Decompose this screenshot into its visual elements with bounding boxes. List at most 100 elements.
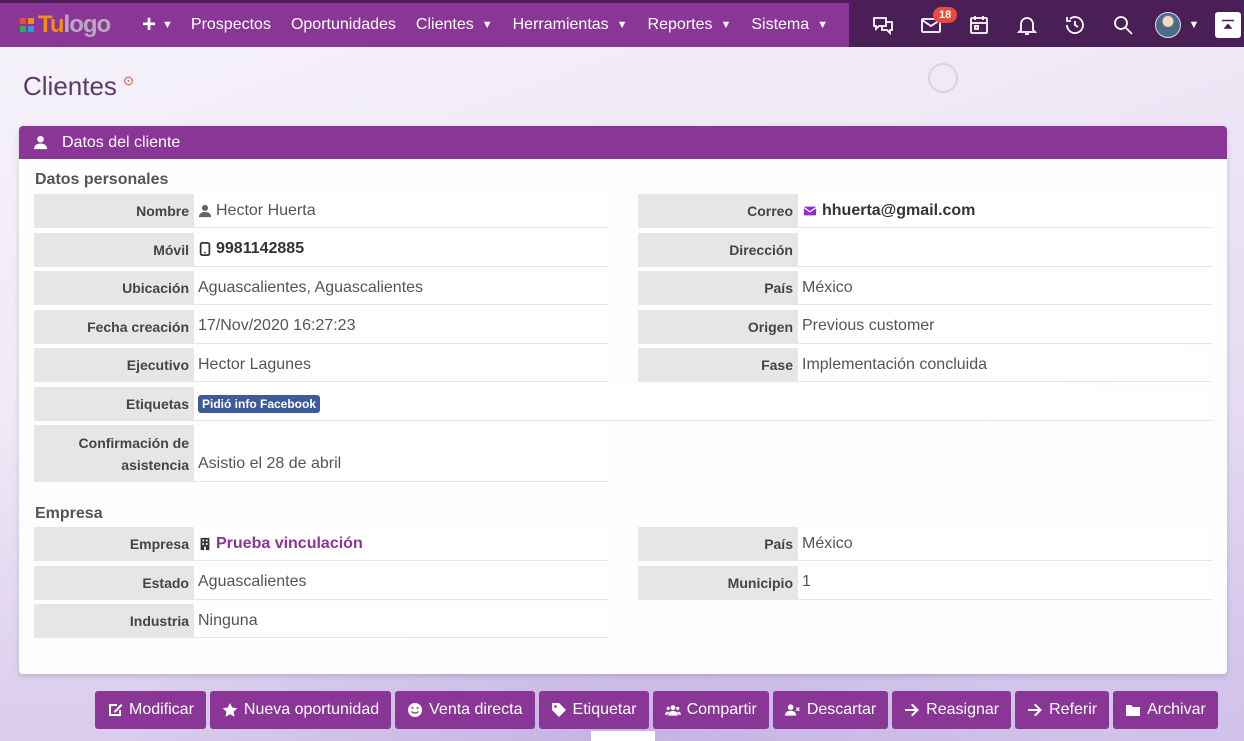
field-label: Correo: [638, 194, 798, 228]
nav-item-clientes[interactable]: Clientes ▼: [416, 16, 493, 34]
field-row-industria: Industria Ninguna: [34, 604, 608, 638]
field-row-correo: Correo hhuerta@gmail.com: [638, 194, 1212, 228]
field-row-pa-s: País México: [638, 271, 1212, 305]
field-value: Implementación concluida: [798, 348, 1212, 382]
smile-icon: [407, 702, 423, 718]
quick-add-menu[interactable]: + ▼: [142, 11, 173, 39]
field-label: Municipio: [638, 565, 798, 600]
button-label: Reasignar: [926, 701, 1000, 718]
field-value-text[interactable]: Prueba vinculación: [216, 535, 363, 553]
help-icon[interactable]: ⊙: [123, 73, 134, 89]
user-menu[interactable]: ▼: [1147, 12, 1207, 38]
button-label: Modificar: [129, 701, 194, 718]
field-value-text[interactable]: hhuerta@gmail.com: [822, 202, 975, 220]
field-value-text: 1: [802, 573, 811, 590]
chat-icon[interactable]: [859, 3, 907, 47]
field-value: México: [798, 271, 1212, 305]
field-value: México: [798, 527, 1212, 561]
field-label: Fecha creación: [34, 309, 194, 344]
field-label: Ubicación: [34, 271, 194, 305]
client-data-panel: Datos del cliente Datos personales Nombr…: [19, 126, 1227, 674]
field-row-etiquetas: Etiquetas Pidió info Facebook: [34, 387, 1212, 421]
field-value: Asistio el 28 de abril: [194, 425, 608, 482]
field-value: Hector Huerta: [194, 194, 608, 228]
history-icon[interactable]: [1051, 3, 1099, 47]
nav-item-label: Sistema: [751, 16, 810, 33]
field-label: Empresa: [34, 527, 194, 561]
field-row-ubicaci-n: Ubicación Aguascalientes, Aguascalientes: [34, 271, 608, 305]
field-row-fase: Fase Implementación concluida: [638, 348, 1212, 382]
field-row-pa-s: País México: [638, 527, 1212, 561]
referir-button[interactable]: Referir: [1015, 691, 1110, 729]
field-value-text: México: [802, 534, 853, 552]
field-value: Previous customer: [798, 309, 1212, 344]
field-value: Aguascalientes: [194, 565, 608, 600]
navbar-tools: 18 ▼: [849, 3, 1244, 47]
field-value: Ninguna: [194, 604, 608, 638]
field-row-nombre: Nombre Hector Huerta: [34, 194, 608, 228]
etiquetar-button[interactable]: Etiquetar: [538, 691, 649, 729]
logo-text: logo: [63, 11, 112, 38]
field-value-text: Hector Lagunes: [198, 355, 311, 373]
field-row-estado: Estado Aguascalientes: [34, 565, 608, 600]
field-value: 9981142885: [194, 232, 608, 267]
tag-badge[interactable]: Pidió info Facebook: [198, 394, 321, 413]
mail-icon[interactable]: 18: [907, 3, 958, 47]
scroll-top-button[interactable]: [1215, 12, 1241, 38]
search-icon[interactable]: [1099, 3, 1147, 47]
archivar-button[interactable]: Archivar: [1113, 691, 1218, 729]
calendar-icon[interactable]: [955, 3, 1003, 47]
bell-icon[interactable]: [1003, 3, 1051, 47]
field-label: Estado: [34, 565, 194, 600]
field-label: País: [638, 271, 798, 305]
button-label: Etiquetar: [572, 701, 637, 718]
top-navbar: Tu logo + ▼ Prospectos Oportunidades Clien…: [0, 0, 1244, 47]
chevron-down-icon: ▼: [162, 19, 173, 31]
field-label-line1: Confirmación de: [78, 434, 189, 451]
field-value: [798, 232, 1212, 267]
nav-item-label: Clientes: [415, 16, 474, 33]
arrow-up-icon: [1222, 19, 1234, 29]
field-label: Nombre: [34, 194, 194, 228]
nav-item-reportes[interactable]: Reportes ▼: [648, 16, 732, 34]
nav-item-label: Herramientas: [512, 16, 609, 33]
mail-badge: 18: [933, 7, 958, 23]
button-label: Archivar: [1147, 701, 1206, 718]
nav-item-label: Prospectos: [190, 16, 271, 33]
chevron-down-icon: ▼: [616, 19, 628, 31]
venta-directa-button[interactable]: Venta directa: [395, 691, 535, 729]
bottom-tab: [591, 731, 655, 741]
folder-icon: [1125, 702, 1141, 718]
reasignar-button[interactable]: Reasignar: [892, 691, 1012, 729]
avatar: [1154, 12, 1181, 38]
panel-header: Datos del cliente: [19, 126, 1227, 159]
logo[interactable]: Tu logo: [0, 3, 140, 47]
field-value-text: Ninguna: [198, 611, 258, 629]
field-value-text: México: [802, 278, 853, 296]
nav-item-sistema[interactable]: Sistema ▼: [751, 16, 828, 34]
nueva-oportunidad-button[interactable]: Nueva oportunidad: [209, 691, 392, 729]
nav-item-prospectos[interactable]: Prospectos: [191, 16, 271, 34]
users-icon: [664, 702, 681, 718]
section-personal-title: Datos personales: [35, 171, 169, 188]
field-value-text: Implementación concluida: [802, 355, 987, 373]
field-value: hhuerta@gmail.com: [798, 194, 1212, 228]
descartar-button[interactable]: Descartar: [772, 691, 889, 729]
field-label: Dirección: [638, 232, 798, 267]
arrow-right-icon: [1027, 702, 1043, 718]
field-label-line2: asistencia: [121, 456, 189, 473]
person-icon: [198, 204, 212, 218]
main-menu: Prospectos Oportunidades Clientes ▼ Herramie…: [191, 16, 848, 34]
field-value: Aguascalientes, Aguascalientes: [194, 271, 608, 305]
page-title: Clientes ⊙: [23, 71, 134, 102]
field-value-text[interactable]: 9981142885: [216, 240, 304, 258]
field-label: Origen: [638, 309, 798, 344]
field-value-text: Hector Huerta: [216, 201, 316, 219]
compartir-button[interactable]: Compartir: [652, 691, 769, 729]
nav-item-label: Oportunidades: [290, 16, 396, 33]
modificar-button[interactable]: Modificar: [95, 691, 206, 729]
nav-item-herramientas[interactable]: Herramientas ▼: [513, 16, 628, 34]
nav-item-oportunidades[interactable]: Oportunidades: [291, 16, 396, 34]
chevron-down-icon: ▼: [720, 19, 732, 31]
field-row-origen: Origen Previous customer: [638, 309, 1212, 344]
